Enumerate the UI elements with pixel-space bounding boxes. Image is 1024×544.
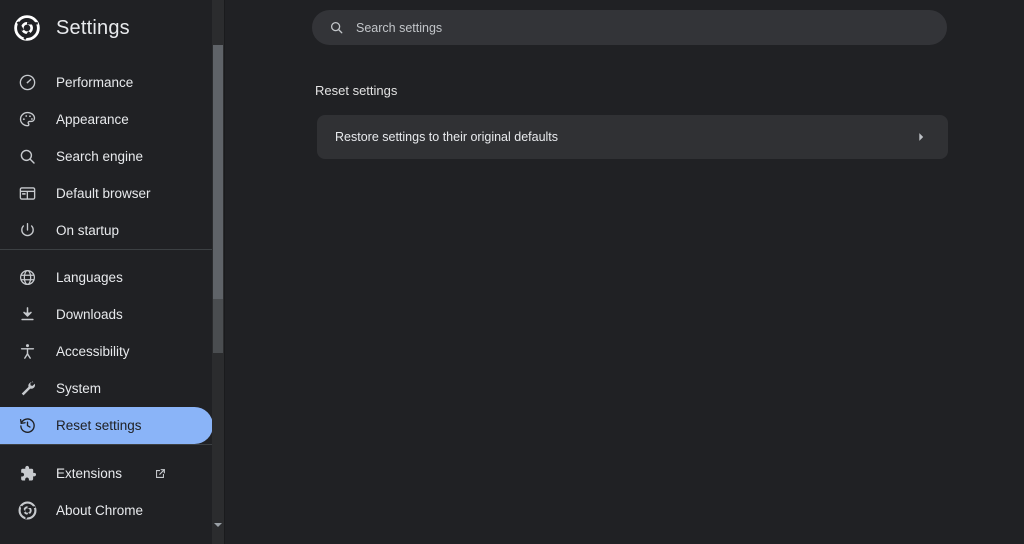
sidebar-scrollbar[interactable] — [212, 0, 224, 544]
settings-page: Settings Performance Appearance Search e… — [0, 0, 1024, 544]
accessibility-icon — [18, 342, 37, 361]
sidebar-item-label: On startup — [56, 223, 120, 238]
scrollbar-track-lower[interactable] — [213, 299, 223, 353]
search-bar[interactable] — [312, 10, 947, 45]
sidebar-item-accessibility[interactable]: Accessibility — [0, 333, 213, 370]
sidebar-item-label: Search engine — [56, 149, 144, 164]
page-title: Settings — [56, 16, 130, 39]
restore-settings-row[interactable]: Restore settings to their original defau… — [317, 115, 948, 159]
sidebar-item-search-engine[interactable]: Search engine — [0, 138, 213, 175]
sidebar: Settings Performance Appearance Search e… — [0, 0, 213, 544]
sidebar-group-2: Languages Downloads Accessibility System… — [0, 250, 213, 444]
search-icon — [18, 147, 37, 166]
sidebar-item-languages[interactable]: Languages — [0, 259, 213, 296]
browser-window-icon — [18, 184, 37, 203]
sidebar-item-label: Extensions — [56, 466, 123, 481]
sidebar-item-performance[interactable]: Performance — [0, 64, 213, 101]
sidebar-item-reset-settings[interactable]: Reset settings — [0, 407, 213, 444]
sidebar-item-downloads[interactable]: Downloads — [0, 296, 213, 333]
restore-settings-label: Restore settings to their original defau… — [335, 130, 559, 144]
globe-icon — [18, 268, 37, 287]
history-restore-icon — [18, 416, 37, 435]
sidebar-group-3: Extensions About Chrome — [0, 445, 213, 529]
sidebar-item-extensions[interactable]: Extensions — [0, 455, 213, 492]
chrome-logo-icon — [14, 15, 40, 41]
sidebar-item-label: Default browser — [56, 186, 151, 201]
download-icon — [18, 305, 37, 324]
search-input[interactable] — [356, 20, 947, 35]
sidebar-item-appearance[interactable]: Appearance — [0, 101, 213, 138]
sidebar-item-label: System — [56, 381, 102, 396]
section-heading: Reset settings — [315, 83, 398, 98]
chrome-logo-icon — [18, 501, 37, 520]
sidebar-item-label: Performance — [56, 75, 134, 90]
sidebar-item-on-startup[interactable]: On startup — [0, 212, 213, 249]
sidebar-item-system[interactable]: System — [0, 370, 213, 407]
scrollbar-thumb[interactable] — [213, 45, 223, 299]
chevron-right-icon — [915, 131, 927, 143]
speedometer-icon — [18, 73, 37, 92]
main-content: Reset settings Restore settings to their… — [225, 0, 1024, 544]
puzzle-piece-icon — [18, 464, 37, 483]
sidebar-item-label: Appearance — [56, 112, 129, 127]
scroll-down-arrow-icon[interactable] — [212, 518, 224, 532]
sidebar-item-label: Accessibility — [56, 344, 130, 359]
sidebar-item-about-chrome[interactable]: About Chrome — [0, 492, 213, 529]
external-link-icon — [153, 467, 167, 481]
power-icon — [18, 221, 37, 240]
sidebar-item-label: About Chrome — [56, 503, 144, 518]
sidebar-item-label: Languages — [56, 270, 123, 285]
wrench-icon — [18, 379, 37, 398]
sidebar-header: Settings — [0, 0, 213, 56]
sidebar-item-label: Reset settings — [56, 418, 142, 433]
sidebar-group-1: Performance Appearance Search engine Def… — [0, 56, 213, 249]
palette-icon — [18, 110, 37, 129]
sidebar-item-default-browser[interactable]: Default browser — [0, 175, 213, 212]
search-icon — [329, 20, 344, 35]
sidebar-item-label: Downloads — [56, 307, 123, 322]
